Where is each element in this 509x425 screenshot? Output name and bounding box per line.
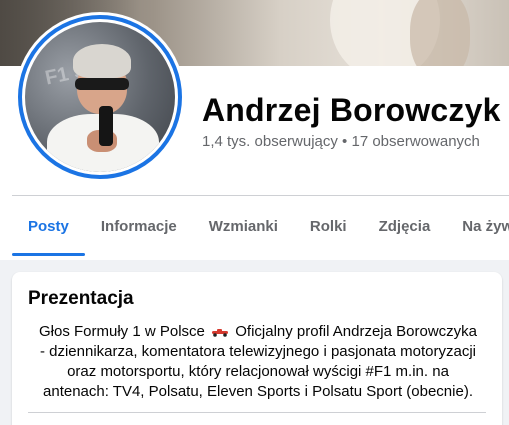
profile-name: Andrzej Borowczyk <box>202 92 501 128</box>
intro-card: Prezentacja Głos Formuły 1 w Polsce Ofic… <box>12 272 502 425</box>
profile-picture[interactable]: F1 SP <box>15 12 185 182</box>
tab-na-zywo[interactable]: Na żywo <box>446 196 509 256</box>
tab-posty[interactable]: Posty <box>12 196 85 256</box>
story-ring: F1 SP <box>18 15 182 179</box>
follower-count[interactable]: 1,4 tys. obserwujący • 17 obserwowanych <box>202 133 480 150</box>
avatar-photo: F1 SP <box>25 22 175 172</box>
intro-bio: Głos Formuły 1 w Polsce Oficjalny profil… <box>38 322 478 402</box>
tab-zdjecia[interactable]: Zdjęcia <box>363 196 447 256</box>
profile-page: F1 SP Andrzej Borowczyk 1,4 tys. obserwu… <box>0 0 509 425</box>
intro-title: Prezentacja <box>28 288 134 309</box>
intro-divider <box>28 412 486 413</box>
race-car-icon <box>211 327 229 337</box>
tab-rolki[interactable]: Rolki <box>294 196 363 256</box>
profile-tabs: Posty Informacje Wzmianki Rolki Zdjęcia … <box>12 196 509 256</box>
tab-informacje[interactable]: Informacje <box>85 196 193 256</box>
tab-wzmianki[interactable]: Wzmianki <box>193 196 294 256</box>
bio-part-1: Głos Formuły 1 w Polsce <box>39 323 205 340</box>
